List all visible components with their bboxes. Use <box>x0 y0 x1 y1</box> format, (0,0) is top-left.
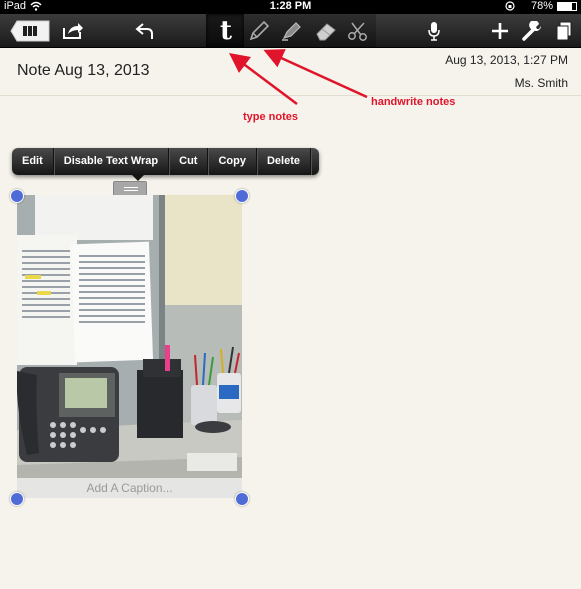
resize-handle-top-left[interactable] <box>10 189 24 203</box>
context-menu: Edit Disable Text Wrap Cut Copy Delete <box>12 148 319 181</box>
inserted-photo[interactable] <box>17 195 242 498</box>
type-notes-arrow <box>229 53 298 105</box>
type-notes-label: type notes <box>243 111 299 123</box>
handwrite-notes-label: handwrite notes <box>371 96 456 108</box>
copy-menu-item[interactable]: Copy <box>208 148 257 175</box>
resize-handle-bottom-left[interactable] <box>10 492 24 506</box>
disable-text-wrap-menu-item[interactable]: Disable Text Wrap <box>54 148 170 175</box>
edit-menu-item[interactable]: Edit <box>12 148 54 175</box>
desk-photo-image <box>17 195 242 498</box>
resize-handle-top-right[interactable] <box>235 189 249 203</box>
delete-menu-item[interactable]: Delete <box>257 148 311 175</box>
resize-handle-bottom-right[interactable] <box>235 492 249 506</box>
handwrite-notes-arrow <box>263 49 368 99</box>
caption-field[interactable]: Add A Caption... <box>17 478 242 498</box>
cut-menu-item[interactable]: Cut <box>169 148 209 175</box>
